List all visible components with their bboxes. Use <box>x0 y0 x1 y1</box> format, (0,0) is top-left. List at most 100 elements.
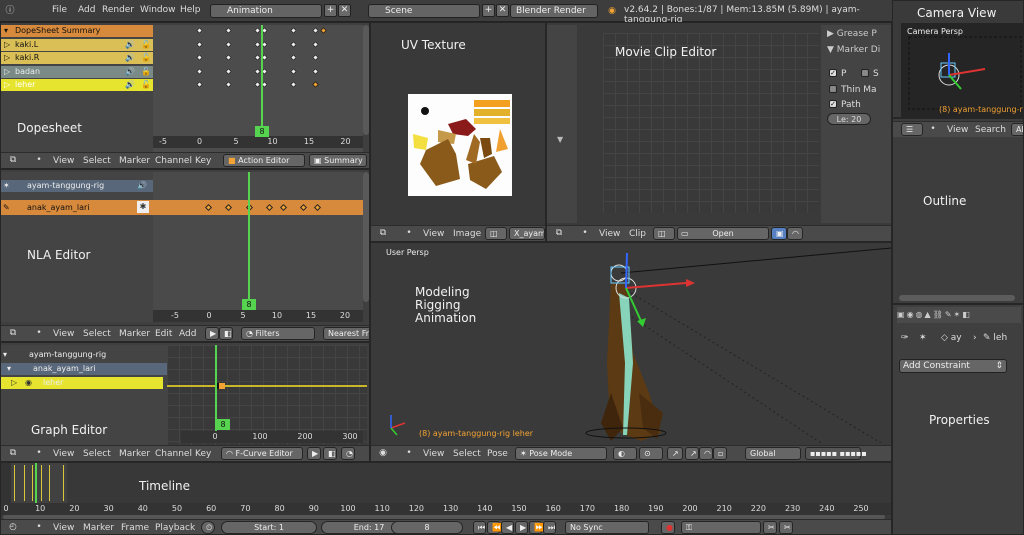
3d-viewport[interactable]: User Persp Modeling Rigging Animation (8… <box>370 242 892 462</box>
chicken-rig-model[interactable] <box>371 243 892 443</box>
filter-button[interactable]: ◔ <box>341 447 355 460</box>
render-engine-select[interactable]: Blender Render <box>510 4 598 18</box>
world-tab-icon[interactable]: ◍ <box>916 310 925 319</box>
play-button[interactable]: ▶ <box>515 521 528 534</box>
lock-icon[interactable]: 🔓 <box>141 52 151 64</box>
add-scene-button[interactable]: + <box>482 4 495 17</box>
dopesheet-channel-row[interactable]: ▷ badan 🔊 🔓 <box>1 65 153 78</box>
delete-scene-button[interactable]: ✕ <box>496 4 509 17</box>
nla-ruler[interactable]: -50510152025 <box>153 310 363 322</box>
jump-start-button[interactable]: ⏮ <box>473 521 486 534</box>
editor-type-icon[interactable]: ⧉ <box>7 154 19 166</box>
menu-toggle-icon[interactable]: • <box>403 447 415 459</box>
visibility-eye-icon[interactable]: ◉ <box>25 377 32 389</box>
lock-icon[interactable]: 🔓 <box>141 66 151 78</box>
expand-icon[interactable]: ▾ <box>7 363 11 375</box>
expand-icon[interactable]: ▾ <box>3 349 7 361</box>
nla-select-menu[interactable]: Select <box>83 329 111 339</box>
clip-open-button[interactable]: ▭ Open <box>677 227 769 240</box>
nla-view-menu[interactable]: View <box>53 329 74 339</box>
graph-ruler[interactable]: 0 100 200 300 <box>181 431 363 443</box>
breadcrumb-bone[interactable]: ✎ leh <box>983 333 1007 343</box>
lock-icon[interactable]: 🔓 <box>141 79 151 91</box>
keying-set-field[interactable]: ⚿ <box>681 521 761 534</box>
add-screen-button[interactable]: + <box>324 4 337 17</box>
graph-channel-menu[interactable]: Channel <box>155 449 192 459</box>
scale-manipulator[interactable]: ▫ <box>713 447 727 460</box>
menu-window[interactable]: Window <box>140 5 176 15</box>
include-missing-button[interactable]: ◧ <box>219 327 233 340</box>
viewport-select-menu[interactable]: Select <box>453 449 481 459</box>
editor-type-icon[interactable]: ⧉ <box>553 227 565 239</box>
layer-buttons[interactable]: ▪▪▪▪▪ ▪▪▪▪▪ <box>805 447 867 460</box>
manipulator-toggle[interactable]: ↗ <box>667 447 683 460</box>
ghost-curves-button[interactable]: ◧ <box>323 447 337 460</box>
translate-manipulator[interactable]: ↗ <box>685 447 699 460</box>
clip-view-menu[interactable]: View <box>599 229 620 239</box>
screen-layout-select[interactable]: Animation <box>210 4 322 18</box>
editor-type-icon[interactable]: ◴ <box>7 521 19 533</box>
nla-edit-menu[interactable]: Edit <box>155 329 172 339</box>
play-reverse-button[interactable]: ◀ <box>501 521 514 534</box>
timeline-marker-menu[interactable]: Marker <box>83 523 114 533</box>
expand-icon[interactable]: ▷ <box>11 377 17 389</box>
menu-help[interactable]: Help <box>180 5 201 15</box>
delete-screen-button[interactable]: ✕ <box>338 4 351 17</box>
search-checkbox[interactable] <box>861 69 869 77</box>
use-preview-range-button[interactable]: ⏲ <box>201 521 215 534</box>
transform-orientation-select[interactable]: Global <box>745 447 801 460</box>
graph-select-menu[interactable]: Select <box>83 449 111 459</box>
menu-file[interactable]: File <box>52 5 67 15</box>
add-constraint-select[interactable]: Add Constraint ⇕ <box>899 359 1007 373</box>
dopesheet-channel-menu[interactable]: Channel <box>155 156 192 166</box>
push-down-icon[interactable]: ✱ <box>137 201 149 213</box>
dopesheet-channel-row[interactable]: ▷ kaki.L 🔊 🔓 <box>1 38 153 51</box>
menu-toggle-icon[interactable]: • <box>33 521 45 533</box>
graph-key-menu[interactable]: Key <box>195 449 211 459</box>
mute-speaker-icon[interactable]: 🔊 <box>125 39 135 51</box>
nla-object-row[interactable]: ✶ ayam-tanggung-rig 🔊 <box>1 180 153 192</box>
dopesheet-current-frame-line[interactable] <box>261 25 263 135</box>
dopesheet-channel-row[interactable]: ▷ kaki.R 🔊 🔓 <box>1 52 153 64</box>
menu-toggle-icon[interactable]: • <box>33 154 45 166</box>
shading-select[interactable]: ◐ <box>613 447 637 460</box>
menu-toggle-icon[interactable]: • <box>403 227 415 239</box>
editor-type-icon[interactable]: ◉ <box>377 447 389 459</box>
uv-image-menu[interactable]: Image <box>453 229 481 239</box>
properties-tabs[interactable]: ▣◉◍▲⛓✎✶◧ <box>897 307 1021 323</box>
nla-marker-menu[interactable]: Marker <box>119 329 150 339</box>
camera-viewport[interactable]: Camera Persp (8) ayam-tanggung-rig <box>901 23 1023 117</box>
editor-type-icon[interactable]: ⧉ <box>7 327 19 339</box>
clip-graph-button[interactable]: ◠ <box>787 227 803 240</box>
scene-select[interactable]: Scene <box>368 4 480 18</box>
dopesheet-key-menu[interactable]: Key <box>195 156 211 166</box>
editor-type-icon[interactable]: ⧉ <box>7 447 19 459</box>
jump-next-key-button[interactable]: ⏩ <box>529 521 544 534</box>
dopesheet-marker-menu[interactable]: Marker <box>119 156 150 166</box>
timeline-playback-menu[interactable]: Playback <box>155 523 195 533</box>
outliner-display-select[interactable]: All <box>1011 123 1023 136</box>
collapse-icon[interactable]: ▷ <box>4 39 10 51</box>
jump-end-button[interactable]: ⏭ <box>543 521 556 534</box>
menu-add[interactable]: Add <box>78 5 95 15</box>
start-frame-field[interactable]: Start: 1 <box>221 521 317 534</box>
outliner-view-menu[interactable]: View <box>947 125 968 135</box>
scene-tab-icon[interactable]: ◉ <box>907 310 916 319</box>
select-mode-button[interactable]: ▶ <box>205 327 219 340</box>
image-browse-button[interactable]: ◫ <box>485 227 507 240</box>
mute-speaker-icon[interactable]: 🔊 <box>125 66 135 78</box>
nla-add-menu[interactable]: Add <box>179 329 196 339</box>
summary-toggle[interactable]: ▣ Summary <box>309 154 367 167</box>
marker-display-panel[interactable]: ▼ Marker Di <box>827 45 880 55</box>
menu-toggle-icon[interactable]: • <box>33 327 45 339</box>
mute-speaker-icon[interactable]: 🔊 <box>125 52 135 64</box>
render-tab-icon[interactable]: ▣ <box>897 310 907 319</box>
pin-icon[interactable]: ✑ <box>901 333 909 343</box>
data-tab-icon[interactable]: ✶ <box>954 310 963 319</box>
current-frame-field[interactable]: 8 <box>391 521 463 534</box>
nla-filters-button[interactable]: ◔ Filters <box>241 327 315 340</box>
lock-icon[interactable]: 🔓 <box>141 39 151 51</box>
grease-pencil-panel[interactable]: ▶ Grease P <box>827 29 877 39</box>
insert-keyframe-button[interactable]: ✂ <box>763 521 777 534</box>
image-name-field[interactable]: X_ayam <box>509 227 545 240</box>
